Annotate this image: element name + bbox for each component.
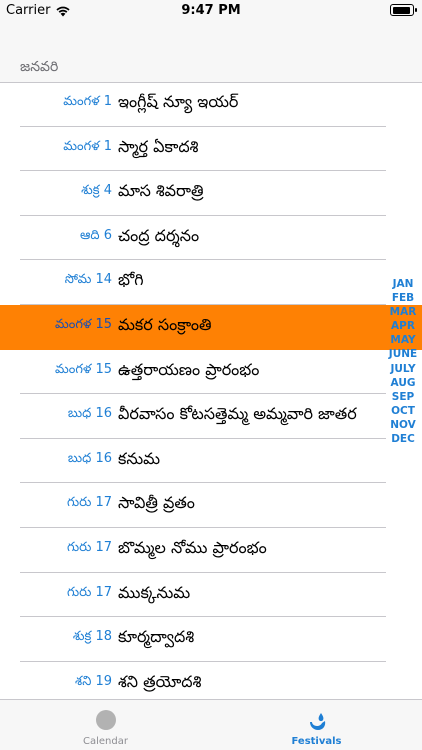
festival-row[interactable]: సోమ 14 భోగి: [0, 260, 422, 305]
festival-day: శని 19: [75, 673, 112, 689]
festival-day: గురు 17: [67, 495, 112, 511]
festival-day: శుక్ర 18: [72, 629, 112, 645]
month-index-item[interactable]: AUG: [388, 376, 418, 390]
festival-day: మంగళ 1: [63, 94, 112, 109]
month-index-item[interactable]: APR: [388, 319, 418, 333]
tab-bar: Calendar Festivals: [0, 699, 422, 750]
festival-name: మకర సంక్రాంతి: [118, 314, 212, 334]
festival-name: కనుమ: [118, 448, 161, 468]
festival-row[interactable]: మంగళ 15 ఉత్తరాయణం ప్రారంభం: [0, 350, 422, 395]
festival-day: శుక్ర 4: [81, 183, 112, 199]
status-time: 9:47 PM: [181, 3, 241, 18]
section-month-title: జనవరి: [20, 59, 59, 75]
month-index-item[interactable]: MAR: [388, 305, 418, 319]
festival-day: సోమ 14: [64, 272, 112, 288]
month-index-item[interactable]: JAN: [388, 277, 418, 291]
festival-row[interactable]: మంగళ 1 స్మార్త ఏకాదశి: [0, 127, 422, 172]
festival-name: భోగి: [118, 270, 144, 290]
festival-day: గురు 17: [67, 584, 112, 600]
month-index-item[interactable]: NOV: [388, 418, 418, 432]
festival-name: మాస శివరాత్రి: [118, 181, 204, 201]
month-index-item[interactable]: SEP: [388, 390, 418, 404]
water-drop-icon: [309, 713, 325, 730]
tab-calendar[interactable]: Calendar: [0, 700, 211, 750]
festival-day: మంగళ 1: [63, 138, 112, 154]
month-index-item[interactable]: FEB: [388, 291, 418, 305]
festival-row[interactable]: శుక్ర 4 మాస శివరాత్రి: [0, 171, 422, 216]
festival-day: మంగళ 15: [55, 361, 112, 377]
month-index-item[interactable]: OCT: [388, 404, 418, 418]
festival-day: గురు 17: [67, 539, 112, 555]
tab-festivals[interactable]: Festivals: [211, 700, 422, 750]
festival-name: ఇంగ్లీష్ న్యూ ఇయర్: [118, 92, 239, 111]
month-index[interactable]: JAN FEB MAR APR MAY JUNE JULY AUG SEP OCT NOV DEC: [388, 277, 418, 446]
festival-row[interactable]: గురు 17 ముక్కనుమ: [0, 573, 422, 618]
month-index-item[interactable]: DEC: [388, 432, 418, 446]
calendar-circle-icon: [95, 710, 116, 730]
tab-festivals-label: Festivals: [291, 736, 342, 747]
festival-day: బుధ 16: [67, 406, 112, 422]
festival-name: స్మార్త ఏకాదశి: [118, 136, 199, 156]
festival-day: మంగళ 15: [55, 316, 112, 332]
festival-row[interactable]: మంగళ 1 ఇంగ్లీష్ న్యూ ఇయర్: [0, 82, 422, 127]
festival-day: బుధ 16: [67, 450, 112, 466]
festival-row[interactable]: మంగళ 15 మకర సంక్రాంతి: [0, 304, 422, 350]
festival-row[interactable]: ఆది 6 చంద్ర దర్శనం: [0, 216, 422, 261]
festival-row[interactable]: శుక్ర 18 కూర్మద్వాదశి: [0, 617, 422, 662]
festival-row[interactable]: గురు 17 సావిత్రీ వ్రతం: [0, 483, 422, 528]
festival-name: బొమ్మల నోము ప్రారంభం: [118, 537, 267, 557]
month-index-item[interactable]: JULY: [388, 362, 418, 376]
battery-icon: [390, 4, 417, 16]
festival-name: వీరవాసం కోటసత్తెమ్మ అమ్మవారి జాతర: [118, 404, 357, 424]
navigation-bar: [0, 22, 422, 52]
month-index-item[interactable]: MAY: [388, 333, 418, 347]
festival-name: ముక్కనుమ: [118, 582, 191, 602]
festival-row[interactable]: గురు 17 బొమ్మల నోము ప్రారంభం: [0, 528, 422, 573]
festival-name: సావిత్రీ వ్రతం: [118, 493, 195, 513]
status-bar: Carrier 9:47 PM: [0, 0, 422, 22]
festival-name: ఉత్తరాయణం ప్రారంభం: [118, 359, 260, 379]
festival-name: కూర్మద్వాదశి: [118, 627, 195, 647]
festival-row[interactable]: బుధ 16 కనుమ: [0, 439, 422, 484]
festival-name: శని త్రయోదశి: [118, 671, 202, 691]
festival-row[interactable]: బుధ 16 వీరవాసం కోటసత్తెమ్మ అమ్మవారి జాతర: [0, 394, 422, 439]
festival-list[interactable]: మంగళ 1 ఇంగ్లీష్ న్యూ ఇయర్ మంగళ 1 స్మార్త ఏక…: [0, 82, 422, 707]
festival-day: ఆది 6: [80, 227, 112, 243]
section-header: జనవరి: [0, 52, 422, 83]
festival-name: చంద్ర దర్శనం: [118, 225, 200, 245]
month-index-item[interactable]: JUNE: [388, 347, 418, 361]
tab-calendar-label: Calendar: [83, 736, 128, 747]
